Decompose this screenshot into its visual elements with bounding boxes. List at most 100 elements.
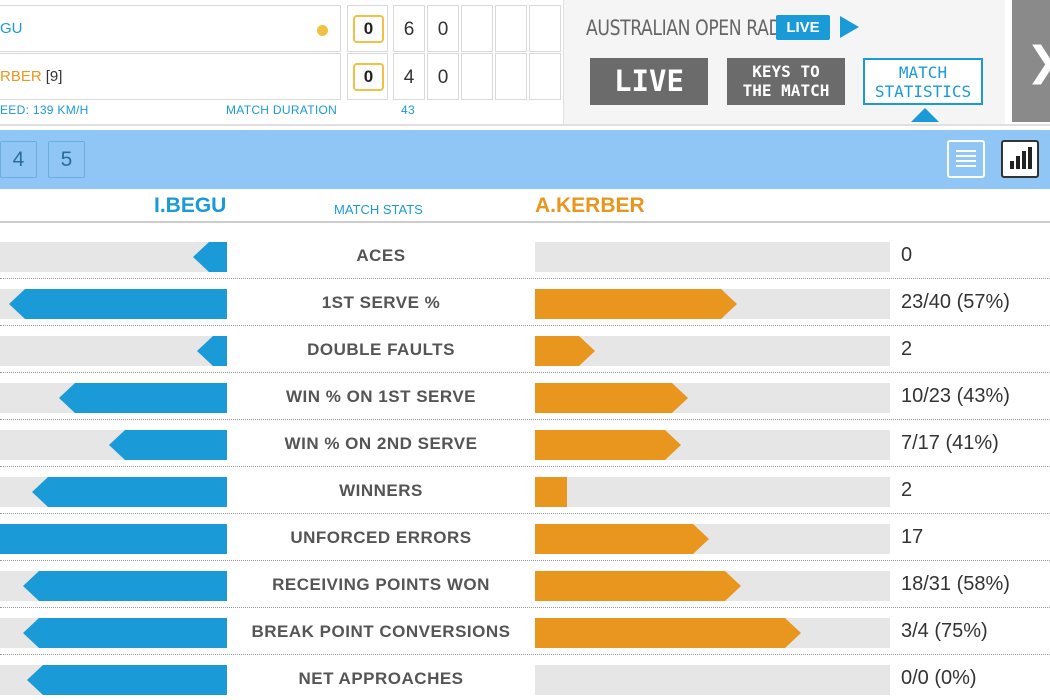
player1-bar [109,430,227,460]
stat-row: WIN % ON 1ST SERVE 10/23 (43%) [0,373,1050,420]
player1-set4-score [495,5,527,52]
stat-label: NET APPROACHES [298,669,464,688]
player2-stat-value: 3/4 (75%) [901,620,988,642]
player1-bar-track [0,524,227,554]
stat-label: WINNERS [339,481,423,500]
player1-bar-track [0,336,227,366]
player2-bar [535,289,737,319]
player2-bar-track [535,242,890,272]
player1-bar-track [0,242,227,272]
player2-bar-track [535,336,890,366]
stats-player1-name: I.BEGU [154,194,227,217]
player2-current-games: 0 [347,53,388,100]
serving-indicator-icon [317,25,328,36]
player2-bar [535,524,709,554]
match-stats-heading: MATCH STATS [334,202,423,217]
player1-bar [197,336,227,366]
player1-bar-track [0,383,227,413]
stat-row: WINNERS 2 [0,467,1050,514]
player1-current-games: 0 [347,5,388,52]
player2-name: RBER [9] [0,68,63,85]
player2-stat-value: 0/0 (0%) [901,667,977,689]
match-statistics-button[interactable]: MATCH STATISTICS [863,58,983,105]
stat-label: UNFORCED ERRORS [290,528,472,547]
player1-bar-track [0,430,227,460]
header-panel: AUSTRALIAN OPEN RADIO LIVE LIVE KEYS TO … [563,0,1005,124]
header-divider [0,124,1050,126]
player1-bar [59,383,227,413]
player2-bar-track [535,477,890,507]
player2-stat-value: 17 [901,526,924,548]
keys-button-line1: KEYS TO [752,62,820,81]
chevron-right-icon[interactable]: ❯ [1026,42,1050,82]
player2-set2-score: 0 [427,53,459,100]
stats-header-rule [0,221,1050,223]
set-tab-4[interactable]: 4 [0,141,37,178]
player2-set5-score [529,53,561,100]
player2-bar-track [535,524,890,554]
list-view-button[interactable] [947,140,985,178]
stat-label: DOUBLE FAULTS [307,340,455,359]
player2-bar [535,571,741,601]
player2-bar-track [535,618,890,648]
player1-bar [32,477,227,507]
player2-set4-score [495,53,527,100]
player2-set3-score [461,53,493,100]
play-icon[interactable] [840,16,859,38]
stat-label: RECEIVING POINTS WON [272,575,490,594]
stat-row: WIN % ON 2ND SERVE 7/17 (41%) [0,420,1050,467]
player2-stat-value: 0 [901,244,913,266]
stat-label: ACES [356,246,406,265]
player1-row: GU [0,5,341,52]
stats-player2-name: A.KERBER [535,194,645,217]
stat-label: WIN % ON 1ST SERVE [285,387,477,406]
stat-label: WIN % ON 2ND SERVE [284,434,478,453]
player2-bar [535,430,681,460]
stat-row: DOUBLE FAULTS 2 [0,326,1050,373]
player2-stat-value: 7/17 (41%) [901,432,999,454]
radio-live-badge[interactable]: LIVE [776,15,830,40]
match-duration-label: MATCH DURATION [226,103,338,117]
player2-bar [535,383,688,413]
player1-bar [9,289,227,319]
live-button[interactable]: LIVE [590,58,708,105]
player2-bar [535,618,801,648]
player2-bar [535,336,595,366]
serve-speed: EED: 139 KM/H [0,103,89,117]
player2-stat-value: 18/31 (58%) [901,573,1010,595]
player2-bar-track [535,430,890,460]
stat-row: NET APPROACHES 0/0 (0%) [0,655,1050,700]
player2-bar-track [535,665,890,695]
player1-bar [193,242,227,272]
match-duration-value: 43 [401,103,415,117]
stat-label: 1ST SERVE % [321,293,441,312]
stat-label: BREAK POINT CONVERSIONS [251,622,511,641]
player1-bar [23,618,227,648]
player1-bar-track [0,571,227,601]
chart-view-button[interactable] [1001,140,1039,178]
player1-bar [27,665,227,695]
player1-bar-track [0,618,227,648]
keys-to-the-match-button[interactable]: KEYS TO THE MATCH [727,58,845,105]
player2-stat-value: 2 [901,479,913,501]
set-tab-5[interactable]: 5 [48,141,85,178]
active-tab-pointer [911,108,939,122]
player1-name: GU [0,20,23,37]
player2-bar [535,477,567,507]
stat-row: UNFORCED ERRORS 17 [0,514,1050,561]
player2-seed: [9] [45,68,63,85]
player1-bar-track [0,289,227,319]
player2-bar-track [535,383,890,413]
stats-button-line2: STATISTICS [874,82,972,101]
set-toolbar: 4 5 [0,130,1050,189]
player1-bar [0,524,227,554]
stats-button-line1: MATCH [898,63,948,82]
player1-bar [23,571,227,601]
player2-bar-track [535,571,890,601]
player2-bar-track [535,289,890,319]
player1-bar-track [0,477,227,507]
player2-set1-score: 4 [393,53,425,100]
player2-stat-value: 2 [901,338,913,360]
stat-row: ACES 0 [0,232,1050,279]
radio-title: AUSTRALIAN OPEN RADIO [586,16,800,40]
